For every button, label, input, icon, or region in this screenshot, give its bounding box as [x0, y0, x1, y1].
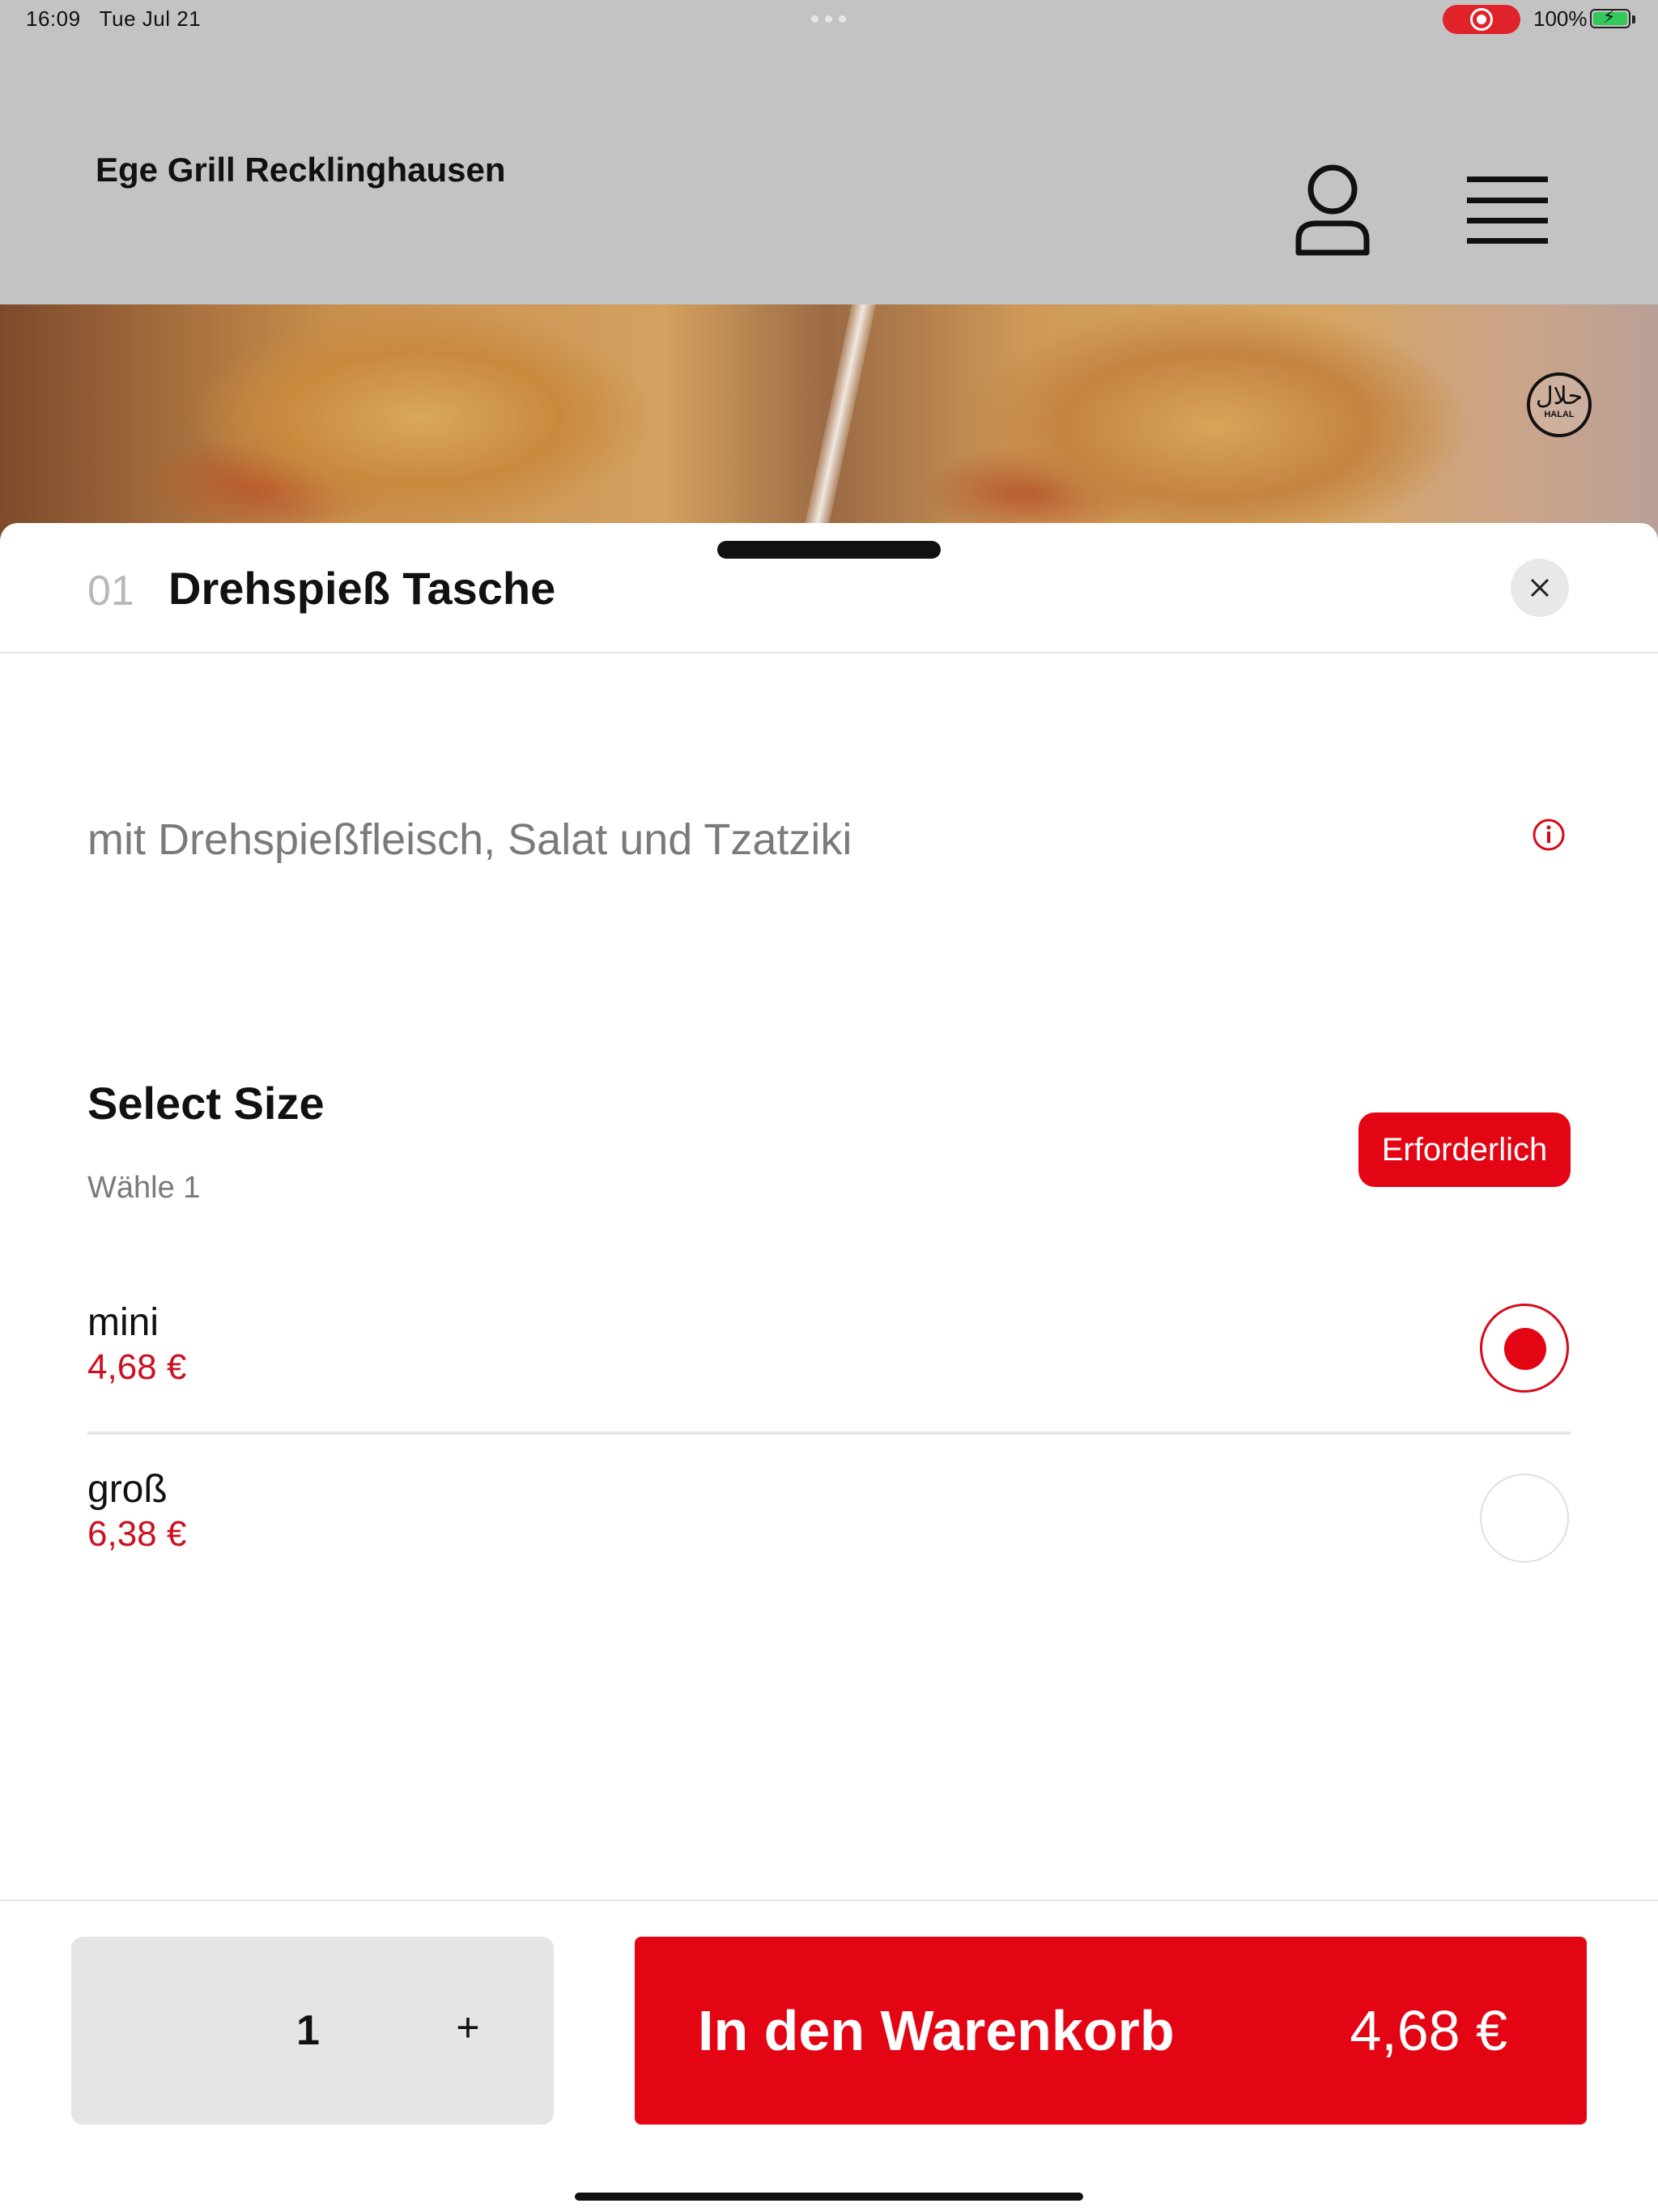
option-price: 4,68 €: [87, 1347, 187, 1387]
option-divider: [87, 1431, 1571, 1435]
size-option-gross[interactable]: groß 6,38 €: [87, 1467, 1571, 1613]
item-detail-sheet: 01 Drehspieß Tasche mit Drehspießfleisch…: [0, 523, 1658, 2212]
option-name: mini: [87, 1301, 159, 1344]
user-account-button[interactable]: [1292, 162, 1373, 259]
add-to-cart-button[interactable]: In den Warenkorb 4,68 €: [635, 1937, 1587, 2125]
cart-total-price: 4,68 €: [1350, 1999, 1507, 2062]
battery-tip: [1632, 15, 1635, 23]
app-header: Ege Grill Recklinghausen: [0, 37, 1658, 304]
size-section-subtitle: Wähle 1: [87, 1171, 201, 1205]
status-clock: 16:09: [26, 6, 81, 31]
size-radio-mini[interactable]: [1480, 1304, 1569, 1393]
battery-percentage: 100%: [1533, 6, 1588, 31]
item-number: 01: [87, 568, 134, 615]
footer-divider: [0, 1899, 1658, 1901]
restaurant-name[interactable]: Ege Grill Recklinghausen: [96, 151, 505, 189]
header-divider: [0, 652, 1658, 653]
hero-food-image: [0, 304, 1658, 547]
halal-arabic-text: حلال: [1535, 383, 1584, 410]
add-to-cart-label: In den Warenkorb: [698, 1999, 1175, 2062]
close-icon: [1530, 578, 1550, 598]
home-indicator[interactable]: [575, 2193, 1083, 2201]
halal-icon: حلال HALAL: [1527, 372, 1592, 437]
close-button[interactable]: [1511, 559, 1569, 617]
option-name: groß: [87, 1468, 168, 1511]
info-icon: [1533, 819, 1565, 851]
allergen-info-button[interactable]: [1532, 818, 1566, 852]
item-description: mit Drehspießfleisch, Salat und Tzatziki: [87, 815, 852, 864]
quantity-value: 1: [296, 2007, 320, 2054]
status-bar: 16:09 Tue Jul 21 100%: [0, 0, 1658, 37]
multitask-dots-icon[interactable]: [811, 15, 846, 23]
status-date: Tue Jul 21: [99, 6, 202, 31]
size-section-title: Select Size: [87, 1078, 325, 1129]
required-badge: Erforderlich: [1358, 1112, 1571, 1187]
quantity-stepper: 1 +: [71, 1937, 554, 2125]
option-price: 6,38 €: [87, 1514, 187, 1554]
plus-icon: +: [456, 2005, 480, 2050]
status-time: 16:09 Tue Jul 21: [26, 6, 201, 32]
battery-icon: [1590, 6, 1630, 28]
size-radio-gross[interactable]: [1480, 1474, 1569, 1563]
screen-recording-icon[interactable]: [1443, 5, 1520, 34]
menu-button[interactable]: [1465, 173, 1550, 246]
user-icon: [1295, 164, 1370, 256]
size-option-mini[interactable]: mini 4,68 €: [87, 1300, 1571, 1446]
quantity-plus-button[interactable]: +: [445, 2003, 491, 2052]
item-title: Drehspieß Tasche: [168, 563, 556, 614]
hamburger-menu-icon: [1467, 177, 1548, 244]
sheet-grabber[interactable]: [717, 541, 941, 559]
